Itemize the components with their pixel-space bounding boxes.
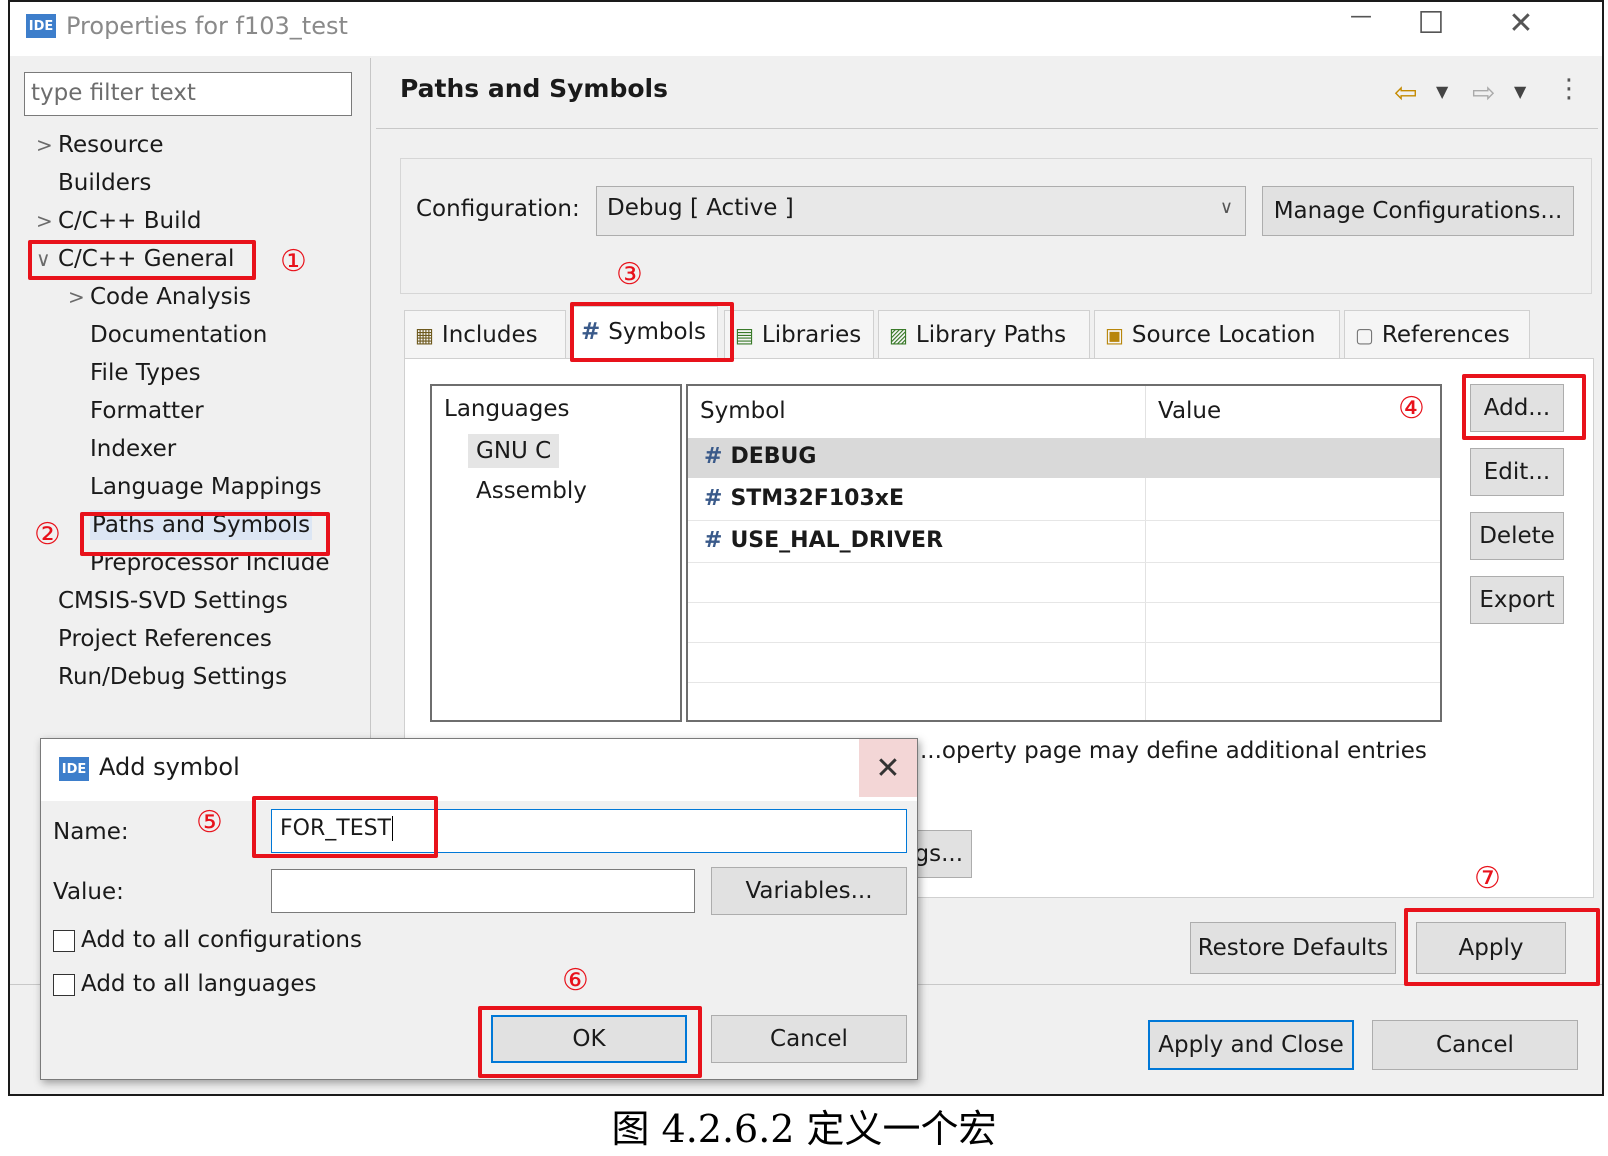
source-location-icon: ▣: [1105, 323, 1124, 347]
libraries-icon: ▤: [735, 323, 754, 347]
tab-references[interactable]: ▢ References: [1344, 310, 1530, 360]
variables-button[interactable]: Variables...: [711, 867, 907, 915]
back-arrow-icon[interactable]: ⇦: [1394, 76, 1417, 109]
annotation-marker-7: ⑦: [1474, 861, 1501, 896]
language-item-gnu-c[interactable]: GNU C: [468, 434, 560, 468]
sidebar-item-language-mappings[interactable]: Language Mappings: [36, 468, 366, 506]
annotation-box-ok: [478, 1006, 702, 1078]
chevron-down-icon: ∨: [1219, 197, 1233, 218]
annotation-box-apply: [1404, 908, 1600, 986]
add-to-all-languages-checkbox[interactable]: Add to all languages: [53, 971, 317, 997]
tab-library-paths[interactable]: ▨ Library Paths: [878, 310, 1090, 360]
includes-icon: ▦: [415, 323, 434, 347]
chevron-right-icon[interactable]: >: [36, 202, 58, 240]
info-note: ...operty page may define additional ent…: [920, 738, 1427, 764]
tab-libraries[interactable]: ▤ Libraries: [724, 310, 874, 360]
forward-arrow-icon[interactable]: ⇨: [1472, 76, 1495, 109]
apply-and-close-button[interactable]: Apply and Close: [1148, 1020, 1354, 1070]
table-gridline: [688, 520, 1440, 521]
sidebar-item-run-debug[interactable]: Run/Debug Settings: [36, 658, 366, 696]
sidebar-tree: > Resource Builders > C/C++ Build ∨ C/C++ G…: [36, 126, 366, 696]
annotation-marker-5: ⑤: [196, 805, 223, 840]
back-dropdown-icon[interactable]: ▼: [1436, 82, 1448, 101]
annotation-box-name: [252, 796, 438, 858]
language-item-assembly[interactable]: Assembly: [476, 478, 587, 504]
edit-button[interactable]: Edit...: [1470, 448, 1564, 496]
hash-icon: #: [704, 486, 723, 511]
delete-button[interactable]: Delete: [1470, 512, 1564, 560]
dialog-title: Add symbol: [99, 753, 240, 781]
sidebar-item-formatter[interactable]: Formatter: [36, 392, 366, 430]
annotation-marker-1: ①: [280, 244, 307, 279]
forward-dropdown-icon[interactable]: ▼: [1514, 82, 1526, 101]
window-title: Properties for f103_test: [66, 12, 348, 40]
sidebar-item-code-analysis[interactable]: > Code Analysis: [36, 278, 366, 316]
page-title: Paths and Symbols: [400, 74, 668, 103]
annotation-box-symbols-tab: [570, 302, 734, 362]
table-row[interactable]: # DEBUG: [688, 438, 1440, 478]
chevron-right-icon[interactable]: >: [68, 278, 90, 316]
annotation-marker-4: ④: [1398, 391, 1425, 426]
value-input[interactable]: [271, 869, 695, 913]
annotation-box-cpp-general: [28, 240, 256, 280]
tab-source-location[interactable]: ▣ Source Location: [1094, 310, 1340, 360]
hash-icon: #: [704, 528, 723, 553]
table-gridline: [688, 602, 1440, 603]
sidebar-item-cmsis-svd[interactable]: CMSIS-SVD Settings: [36, 582, 366, 620]
sidebar-item-indexer[interactable]: Indexer: [36, 430, 366, 468]
checkbox-box[interactable]: [53, 929, 75, 952]
ide-logo-icon: IDE: [26, 14, 56, 38]
cancel-button[interactable]: Cancel: [1372, 1020, 1578, 1070]
filter-input[interactable]: type filter text: [24, 72, 352, 116]
hash-icon: #: [704, 444, 723, 469]
sidebar-item-resource[interactable]: > Resource: [36, 126, 366, 164]
configuration-label: Configuration:: [416, 196, 580, 222]
tab-includes[interactable]: ▦ Includes: [404, 310, 566, 360]
table-row[interactable]: # USE_HAL_DRIVER: [688, 522, 1440, 562]
configuration-select[interactable]: Debug [ Active ] ∨: [596, 186, 1246, 236]
references-icon: ▢: [1355, 323, 1374, 347]
export-button[interactable]: Export: [1470, 576, 1564, 624]
manage-configurations-button[interactable]: Manage Configurations...: [1262, 186, 1574, 236]
languages-list[interactable]: Languages GNU C Assembly: [430, 384, 682, 722]
table-gridline: [688, 642, 1440, 643]
annotation-box-add: [1462, 374, 1586, 440]
symbol-column-header[interactable]: Symbol: [700, 398, 786, 424]
chevron-right-icon[interactable]: >: [36, 126, 58, 164]
languages-header: Languages: [444, 396, 570, 422]
configuration-value: Debug [ Active ]: [607, 195, 794, 221]
sidebar-item-documentation[interactable]: Documentation: [36, 316, 366, 354]
library-paths-icon: ▨: [889, 323, 908, 347]
ide-logo-icon: IDE: [59, 757, 89, 781]
close-icon[interactable]: ✕: [859, 739, 917, 797]
annotation-box-paths-and-symbols: [80, 512, 330, 556]
checkbox-box[interactable]: [53, 973, 75, 996]
annotation-marker-3: ③: [616, 257, 643, 292]
sidebar-item-file-types[interactable]: File Types: [36, 354, 366, 392]
add-to-all-configurations-checkbox[interactable]: Add to all configurations: [53, 927, 362, 953]
minimize-icon[interactable]: —: [1336, 4, 1386, 29]
sidebar-item-cpp-build[interactable]: > C/C++ Build: [36, 202, 366, 240]
sidebar-item-builders[interactable]: Builders: [36, 164, 366, 202]
table-row[interactable]: # STM32F103xE: [688, 480, 1440, 520]
close-icon[interactable]: ✕: [1496, 6, 1546, 41]
restore-defaults-button[interactable]: Restore Defaults: [1190, 922, 1396, 974]
annotation-marker-6: ⑥: [562, 963, 589, 998]
value-label: Value:: [53, 879, 124, 905]
annotation-marker-2: ②: [34, 517, 61, 552]
value-column-header[interactable]: Value: [1158, 398, 1221, 424]
header-divider: [376, 128, 1598, 129]
sidebar-item-project-references[interactable]: Project References: [36, 620, 366, 658]
name-label: Name:: [53, 819, 129, 845]
figure-caption: 图 4.2.6.2 定义一个宏: [611, 1107, 997, 1151]
table-gridline: [688, 562, 1440, 563]
view-menu-icon[interactable]: ⋮: [1556, 74, 1582, 104]
table-gridline: [688, 682, 1440, 683]
symbols-table[interactable]: Symbol Value # DEBUG # STM32F103xE # USE_HA…: [686, 384, 1442, 722]
maximize-icon[interactable]: ☐: [1406, 6, 1456, 41]
dialog-cancel-button[interactable]: Cancel: [711, 1015, 907, 1063]
